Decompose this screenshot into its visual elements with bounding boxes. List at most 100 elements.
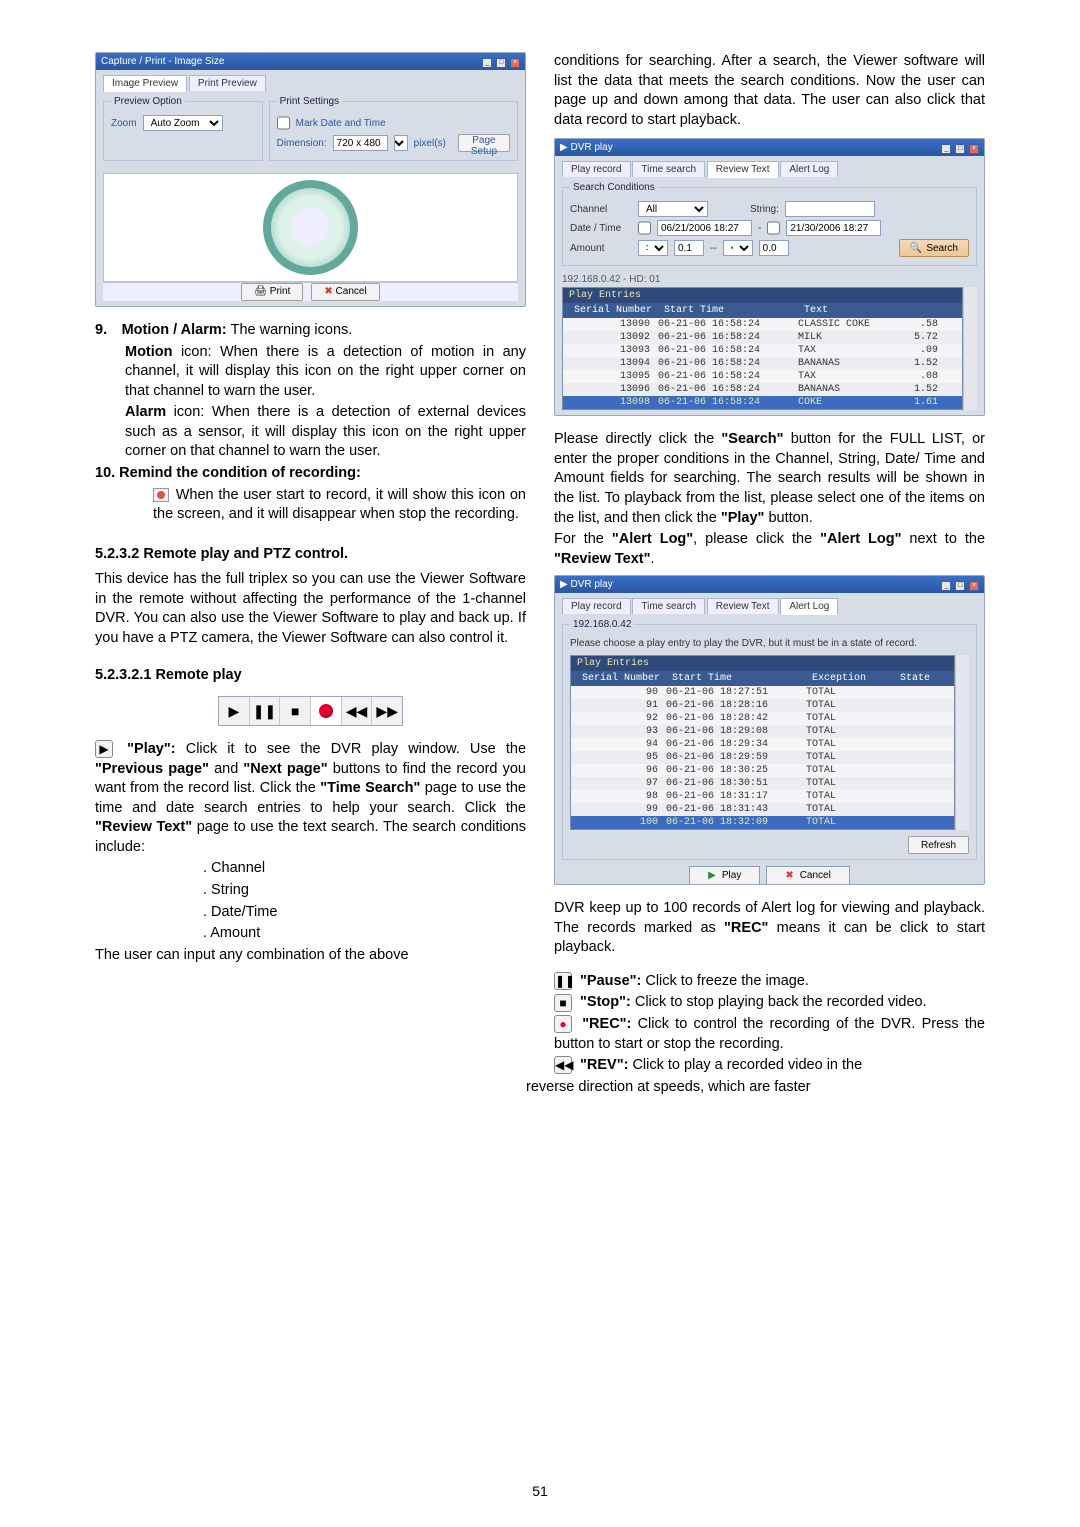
table-row[interactable]: 9506-21-06 18:29:59TOTAL (571, 751, 954, 764)
mark-date-checkbox[interactable] (277, 115, 290, 131)
search-conditions-group: Search Conditions Channel All String: Da… (562, 182, 977, 266)
close-icon[interactable]: × (510, 58, 520, 68)
preview-area (103, 173, 518, 282)
page-number: 51 (0, 1483, 1080, 1499)
table-row[interactable]: 9906-21-06 18:31:43TOTAL (571, 803, 954, 816)
dvr-keep-para: DVR keep up to 100 records of Alert log … (554, 899, 985, 958)
table-row[interactable]: 10006-21-06 18:32:09TOTAL (571, 816, 954, 829)
figure-capture-print: Capture / Print - Image Size _ □ × Image… (95, 52, 526, 307)
print-button[interactable]: 🖨 Print (241, 283, 303, 301)
minimize-icon[interactable]: _ (941, 581, 951, 591)
dvr1-table-header: Serial Number Start Time Text (563, 303, 962, 318)
string-input[interactable] (785, 201, 875, 217)
table-row[interactable]: 1309606-21-06 16:58:24BANANAS1.52 (563, 383, 962, 396)
dvr2-tabs: Play record Time search Review Text Aler… (562, 598, 977, 615)
amount-label: Amount (570, 243, 632, 254)
amount-op2[interactable]: <= (723, 240, 753, 256)
amount-op1[interactable]: >= (638, 240, 668, 256)
table-row[interactable]: 9106-21-06 18:28:16TOTAL (571, 699, 954, 712)
play-button-icon: ▶ (95, 740, 113, 758)
table-row[interactable]: 1309206-21-06 16:58:24MILK5.72 (563, 331, 962, 344)
pixels-label: pixel(s) (414, 138, 446, 149)
date-from-checkbox[interactable] (638, 220, 651, 236)
tab-alert-log[interactable]: Alert Log (780, 598, 838, 615)
stop-icon[interactable]: ■ (280, 697, 311, 725)
ffwd-icon[interactable]: ▶▶ (372, 697, 402, 725)
tab-review-text[interactable]: Review Text (707, 598, 779, 614)
refresh-button[interactable]: Refresh (908, 836, 969, 854)
table-row[interactable]: 1309006-21-06 16:58:24CLASSIC COKE.58 (563, 318, 962, 331)
dvr1-scrollbar[interactable] (963, 287, 977, 410)
tab-play-record[interactable]: Play record (562, 161, 631, 177)
maximize-icon[interactable]: □ (955, 144, 965, 154)
remote-intro: This device has the full triplex so you … (95, 570, 526, 648)
conditions-list: . Channel . String . Date/Time . Amount (95, 859, 526, 943)
window-buttons: _ □ × (481, 56, 520, 68)
tab-play-record[interactable]: Play record (562, 598, 631, 614)
play-desc: ▶ "Play": Click it to see the DVR play w… (95, 740, 526, 857)
date-to-checkbox[interactable] (767, 220, 780, 236)
item-10-desc: When the user start to record, it will s… (95, 486, 526, 525)
dvr2-titlebar: ▶ DVR play _ □ × (555, 576, 984, 593)
close-icon[interactable]: × (969, 144, 979, 154)
record-indicator-icon (153, 488, 169, 502)
dvr1-ip: 192.168.0.42 - HD: 01 (562, 272, 977, 287)
item-9-heading: 9. Motion / Alarm: The warning icons. (95, 321, 526, 341)
tab-time-search[interactable]: Time search (632, 161, 705, 177)
date-from-input[interactable] (657, 220, 752, 236)
tab-alert-log[interactable]: Alert Log (780, 161, 838, 177)
dvr1-tabs: Play record Time search Review Text Aler… (562, 161, 977, 178)
table-row[interactable]: 9806-21-06 18:31:17TOTAL (571, 790, 954, 803)
dvr2-scrollbar[interactable] (955, 655, 969, 830)
maximize-icon[interactable]: □ (496, 58, 506, 68)
pause-icon[interactable]: ❚❚ (250, 697, 281, 725)
search-conditions-legend: Search Conditions (570, 182, 658, 193)
date-to-input[interactable] (786, 220, 881, 236)
figure-dvr-play-alert: ▶ DVR play _ □ × Play record Time search… (554, 575, 985, 885)
amount-v1[interactable] (674, 240, 704, 256)
minimize-icon[interactable]: _ (941, 144, 951, 154)
cancel-button[interactable]: ✖ Cancel (311, 283, 379, 301)
dim-unit[interactable] (394, 135, 408, 151)
rec-icon[interactable] (311, 697, 342, 725)
zoom-label: Zoom (111, 118, 137, 129)
preview-legend: Preview Option (111, 96, 185, 107)
item-10-heading: 10. Remind the condition of recording: (95, 464, 526, 484)
next-page-button[interactable]: Next page (658, 415, 730, 416)
table-row[interactable]: 9206-21-06 18:28:42TOTAL (571, 712, 954, 725)
table-row[interactable]: 9606-21-06 18:30:25TOTAL (571, 764, 954, 777)
tab-review-text[interactable]: Review Text (707, 161, 779, 178)
play-icon[interactable]: ▶ (219, 697, 250, 725)
left-column: Capture / Print - Image Size _ □ × Image… (95, 52, 526, 1099)
channel-label: Channel (570, 204, 632, 215)
heading-remote-ptz: 5.2.3.2 Remote play and PTZ control. (95, 545, 526, 565)
table-row[interactable]: 1309406-21-06 16:58:24BANANAS1.52 (563, 357, 962, 370)
table-row[interactable]: 9306-21-06 18:29:08TOTAL (571, 725, 954, 738)
maximize-icon[interactable]: □ (955, 581, 965, 591)
amount-v2[interactable] (759, 240, 789, 256)
tab-time-search[interactable]: Time search (632, 598, 705, 614)
minimize-icon[interactable]: _ (482, 58, 492, 68)
table-row[interactable]: 1309306-21-06 16:58:24TAX.09 (563, 344, 962, 357)
dim-input[interactable] (333, 135, 388, 151)
close-icon[interactable]: × (969, 581, 979, 591)
zoom-select[interactable]: Auto Zoom (143, 115, 223, 131)
table-row[interactable]: 1309806-21-06 16:58:24COKE1.61 (563, 396, 962, 409)
table-row[interactable]: 9706-21-06 18:30:51TOTAL (571, 777, 954, 790)
search-button[interactable]: 🔍 Search (899, 239, 969, 257)
tab-image-preview[interactable]: Image Preview (103, 75, 187, 92)
channel-select[interactable]: All (638, 201, 708, 217)
play-button[interactable]: ▶ Play (689, 866, 760, 885)
tab-print-preview[interactable]: Print Preview (189, 75, 266, 91)
page-setup-button[interactable]: Page Setup (458, 134, 510, 152)
table-row[interactable]: 1309506-21-06 16:58:24TAX.08 (563, 370, 962, 383)
mark-date-label: Mark Date and Time (296, 118, 386, 129)
table-row[interactable]: 9406-21-06 18:29:34TOTAL (571, 738, 954, 751)
alarm-desc: Alarm icon: When there is a detection of… (95, 403, 526, 462)
previous-page-button[interactable]: Previous page (562, 415, 652, 416)
cancel-button[interactable]: ✖ Cancel (766, 866, 850, 885)
string-label: String: (750, 204, 779, 215)
rev-icon[interactable]: ◀◀ (342, 697, 373, 725)
table-row[interactable]: 9006-21-06 18:27:51TOTAL (571, 686, 954, 699)
clock-image-icon (263, 180, 358, 275)
